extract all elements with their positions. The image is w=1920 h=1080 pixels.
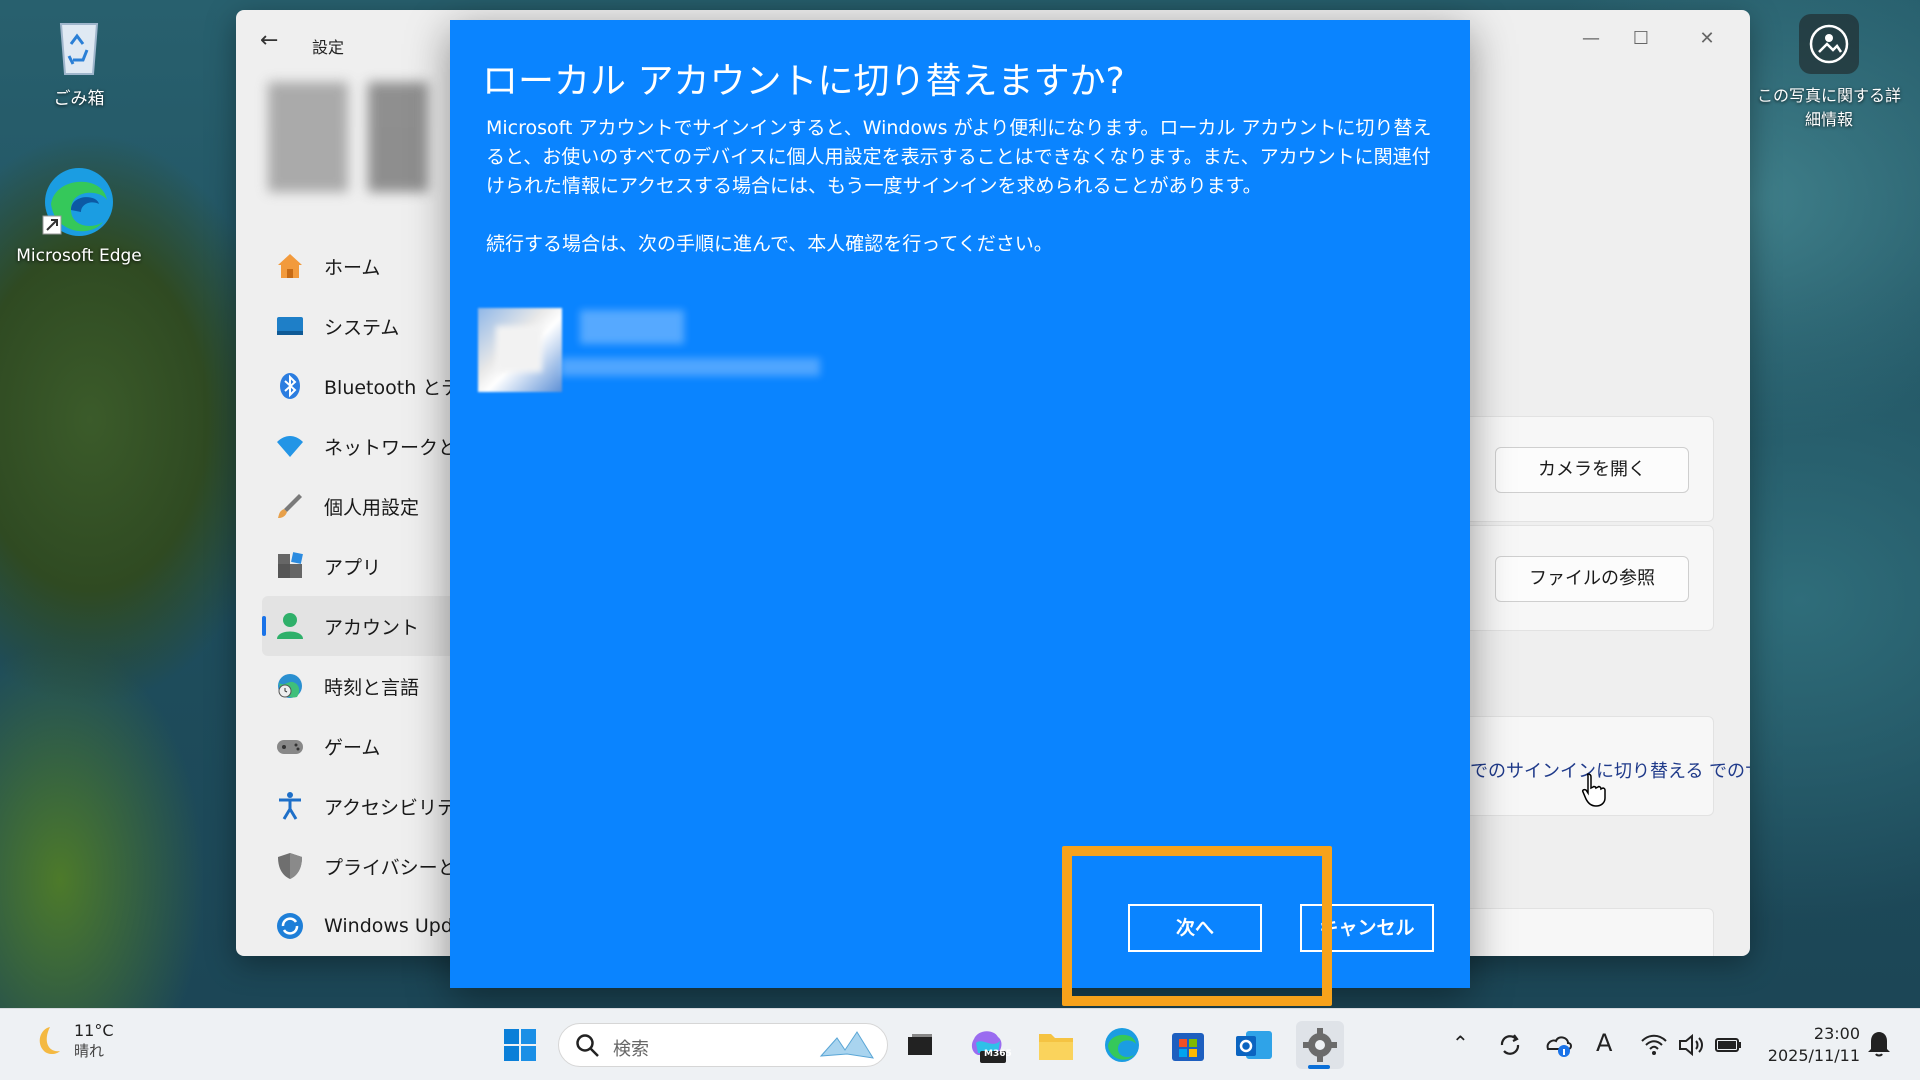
gaming-icon: [274, 730, 306, 762]
nav-item-privacy[interactable]: プライバシーとセ: [262, 836, 482, 896]
crane-icon: [819, 1031, 874, 1059]
nav-item-time-language[interactable]: 時刻と言語: [262, 656, 482, 716]
maximize-button[interactable]: ☐: [1618, 24, 1664, 54]
system-icon: [274, 310, 306, 342]
nav-label: 個人用設定: [324, 496, 420, 519]
nav-label: Bluetooth とデ: [324, 376, 461, 399]
hand-cursor-icon: [1582, 773, 1606, 807]
browse-files-button[interactable]: ファイルの参照: [1495, 556, 1689, 602]
search-placeholder: 検索: [613, 1039, 649, 1060]
account-avatar: [478, 308, 562, 392]
nav-label: アプリ: [324, 556, 382, 579]
dialog-heading: ローカル アカウントに切り替えますか?: [482, 61, 1125, 102]
edge-label: Microsoft Edge: [16, 246, 142, 266]
settings-nav: ホーム システム Bluetooth とデ ネットワークとイ 個人用設定 アプリ…: [262, 236, 482, 956]
weather-temp: 11°C: [74, 1021, 114, 1040]
ime-indicator[interactable]: A: [1596, 1029, 1612, 1057]
recycle-bin-shortcut[interactable]: ごみ箱: [14, 16, 144, 109]
sync-icon[interactable]: [1496, 1031, 1524, 1059]
taskbar-search-box[interactable]: 検索: [558, 1023, 888, 1067]
account-email: [560, 358, 820, 376]
edge-icon: [1105, 1028, 1139, 1062]
m365-icon: [971, 1031, 1006, 1063]
chevron-up-icon[interactable]: ⌃: [1452, 1031, 1469, 1055]
weather-widget[interactable]: 11°C 晴れ: [24, 1021, 114, 1061]
windows-update-icon: [274, 910, 306, 942]
bluetooth-icon: [274, 370, 306, 402]
start-button[interactable]: [496, 1021, 544, 1069]
nav-label: システム: [324, 316, 400, 339]
nav-item-network[interactable]: ネットワークとイ: [262, 416, 482, 476]
recycle-bin-icon: [59, 23, 99, 75]
nav-item-personalization[interactable]: 個人用設定: [262, 476, 482, 536]
moon-icon: [39, 1027, 60, 1054]
close-button[interactable]: ✕: [1684, 24, 1730, 54]
nav-label: アカウント: [324, 616, 420, 639]
nav-item-apps[interactable]: アプリ: [262, 536, 482, 596]
minimize-button[interactable]: —: [1568, 24, 1614, 54]
dialog-description: Microsoft アカウントでサインインすると、Windows がより便利にな…: [486, 117, 1432, 197]
photo-info-widget[interactable]: この写真に関する詳細情報: [1754, 14, 1904, 130]
nav-label: ホーム: [324, 256, 381, 279]
clock[interactable]: 23:00 2025/11/11: [1768, 1023, 1860, 1067]
volume-icon[interactable]: [1678, 1033, 1706, 1057]
m365-label: M365: [984, 1049, 1012, 1059]
apps-icon: [274, 550, 306, 582]
switch-account-dialog: ローカル アカウントに切り替えますか? Microsoft アカウントでサインイ…: [450, 20, 1470, 988]
dialog-instruction: 続行する場合は、次の手順に進んで、本人確認を行ってください。: [486, 233, 1053, 255]
nav-label: Windows Upd: [324, 915, 453, 937]
clock-date: 2025/11/11: [1767, 1046, 1860, 1065]
nav-label: 時刻と言語: [324, 676, 420, 699]
settings-taskbar-button[interactable]: [1296, 1021, 1344, 1069]
edge-taskbar-button[interactable]: [1098, 1021, 1146, 1069]
privacy-icon: [274, 850, 306, 882]
folder-icon: [1039, 1034, 1073, 1060]
personalization-icon: [274, 490, 306, 522]
nav-item-gaming[interactable]: ゲーム: [262, 716, 482, 776]
taskbar: 11°C 晴れ 検索 M365 ⌃ A 23:00 2025/11/11: [0, 1008, 1920, 1080]
nav-item-accessibility[interactable]: アクセシビリティ: [262, 776, 482, 836]
nav-item-system[interactable]: システム: [262, 296, 482, 356]
weather-condition: 晴れ: [74, 1042, 105, 1060]
edge-icon: [42, 168, 113, 236]
file-explorer-button[interactable]: [1032, 1021, 1080, 1069]
accessibility-icon: [274, 790, 306, 822]
account-icon: [274, 610, 306, 642]
camera-info-icon: [1799, 14, 1859, 74]
switch-local-account-link[interactable]: でのサインインに切り替える: [1709, 757, 1750, 783]
user-avatar: [258, 82, 428, 192]
onedrive-info-icon[interactable]: [1544, 1031, 1574, 1059]
account-name: [580, 310, 684, 344]
network-icon: [274, 430, 306, 462]
active-app-indicator: [1308, 1065, 1330, 1069]
search-icon: [576, 1034, 599, 1057]
open-camera-button[interactable]: カメラを開く: [1495, 447, 1689, 493]
photo-info-label: この写真に関する詳細情報: [1756, 86, 1901, 129]
nav-item-home[interactable]: ホーム: [262, 236, 482, 296]
m365-app-button[interactable]: M365: [964, 1021, 1012, 1069]
windows-logo-icon: [504, 1029, 536, 1061]
nav-item-bluetooth[interactable]: Bluetooth とデ: [262, 356, 482, 416]
clock-time: 23:00: [1813, 1024, 1860, 1043]
home-icon: [274, 250, 306, 282]
nav-item-accounts[interactable]: アカウント: [262, 596, 482, 656]
nav-label: ゲーム: [324, 736, 381, 759]
outlook-icon: [1236, 1031, 1272, 1059]
settings-title: 設定: [312, 38, 345, 57]
recycle-bin-label: ごみ箱: [53, 89, 105, 109]
notification-icon[interactable]: [1866, 1029, 1892, 1057]
nav-item-windows-update[interactable]: Windows Upd: [262, 896, 482, 956]
outlook-button[interactable]: [1230, 1021, 1278, 1069]
time-language-icon: [274, 670, 306, 702]
edge-shortcut[interactable]: Microsoft Edge: [14, 164, 144, 266]
store-icon: [1172, 1033, 1204, 1061]
gear-icon: [1303, 1028, 1337, 1062]
battery-icon[interactable]: [1714, 1033, 1744, 1057]
task-view-button[interactable]: [896, 1021, 944, 1069]
highlight-box: [1062, 846, 1332, 1006]
back-arrow-icon[interactable]: ←: [260, 28, 278, 53]
task-view-icon: [908, 1034, 932, 1055]
wifi-icon[interactable]: [1640, 1033, 1668, 1057]
store-button[interactable]: [1164, 1021, 1212, 1069]
